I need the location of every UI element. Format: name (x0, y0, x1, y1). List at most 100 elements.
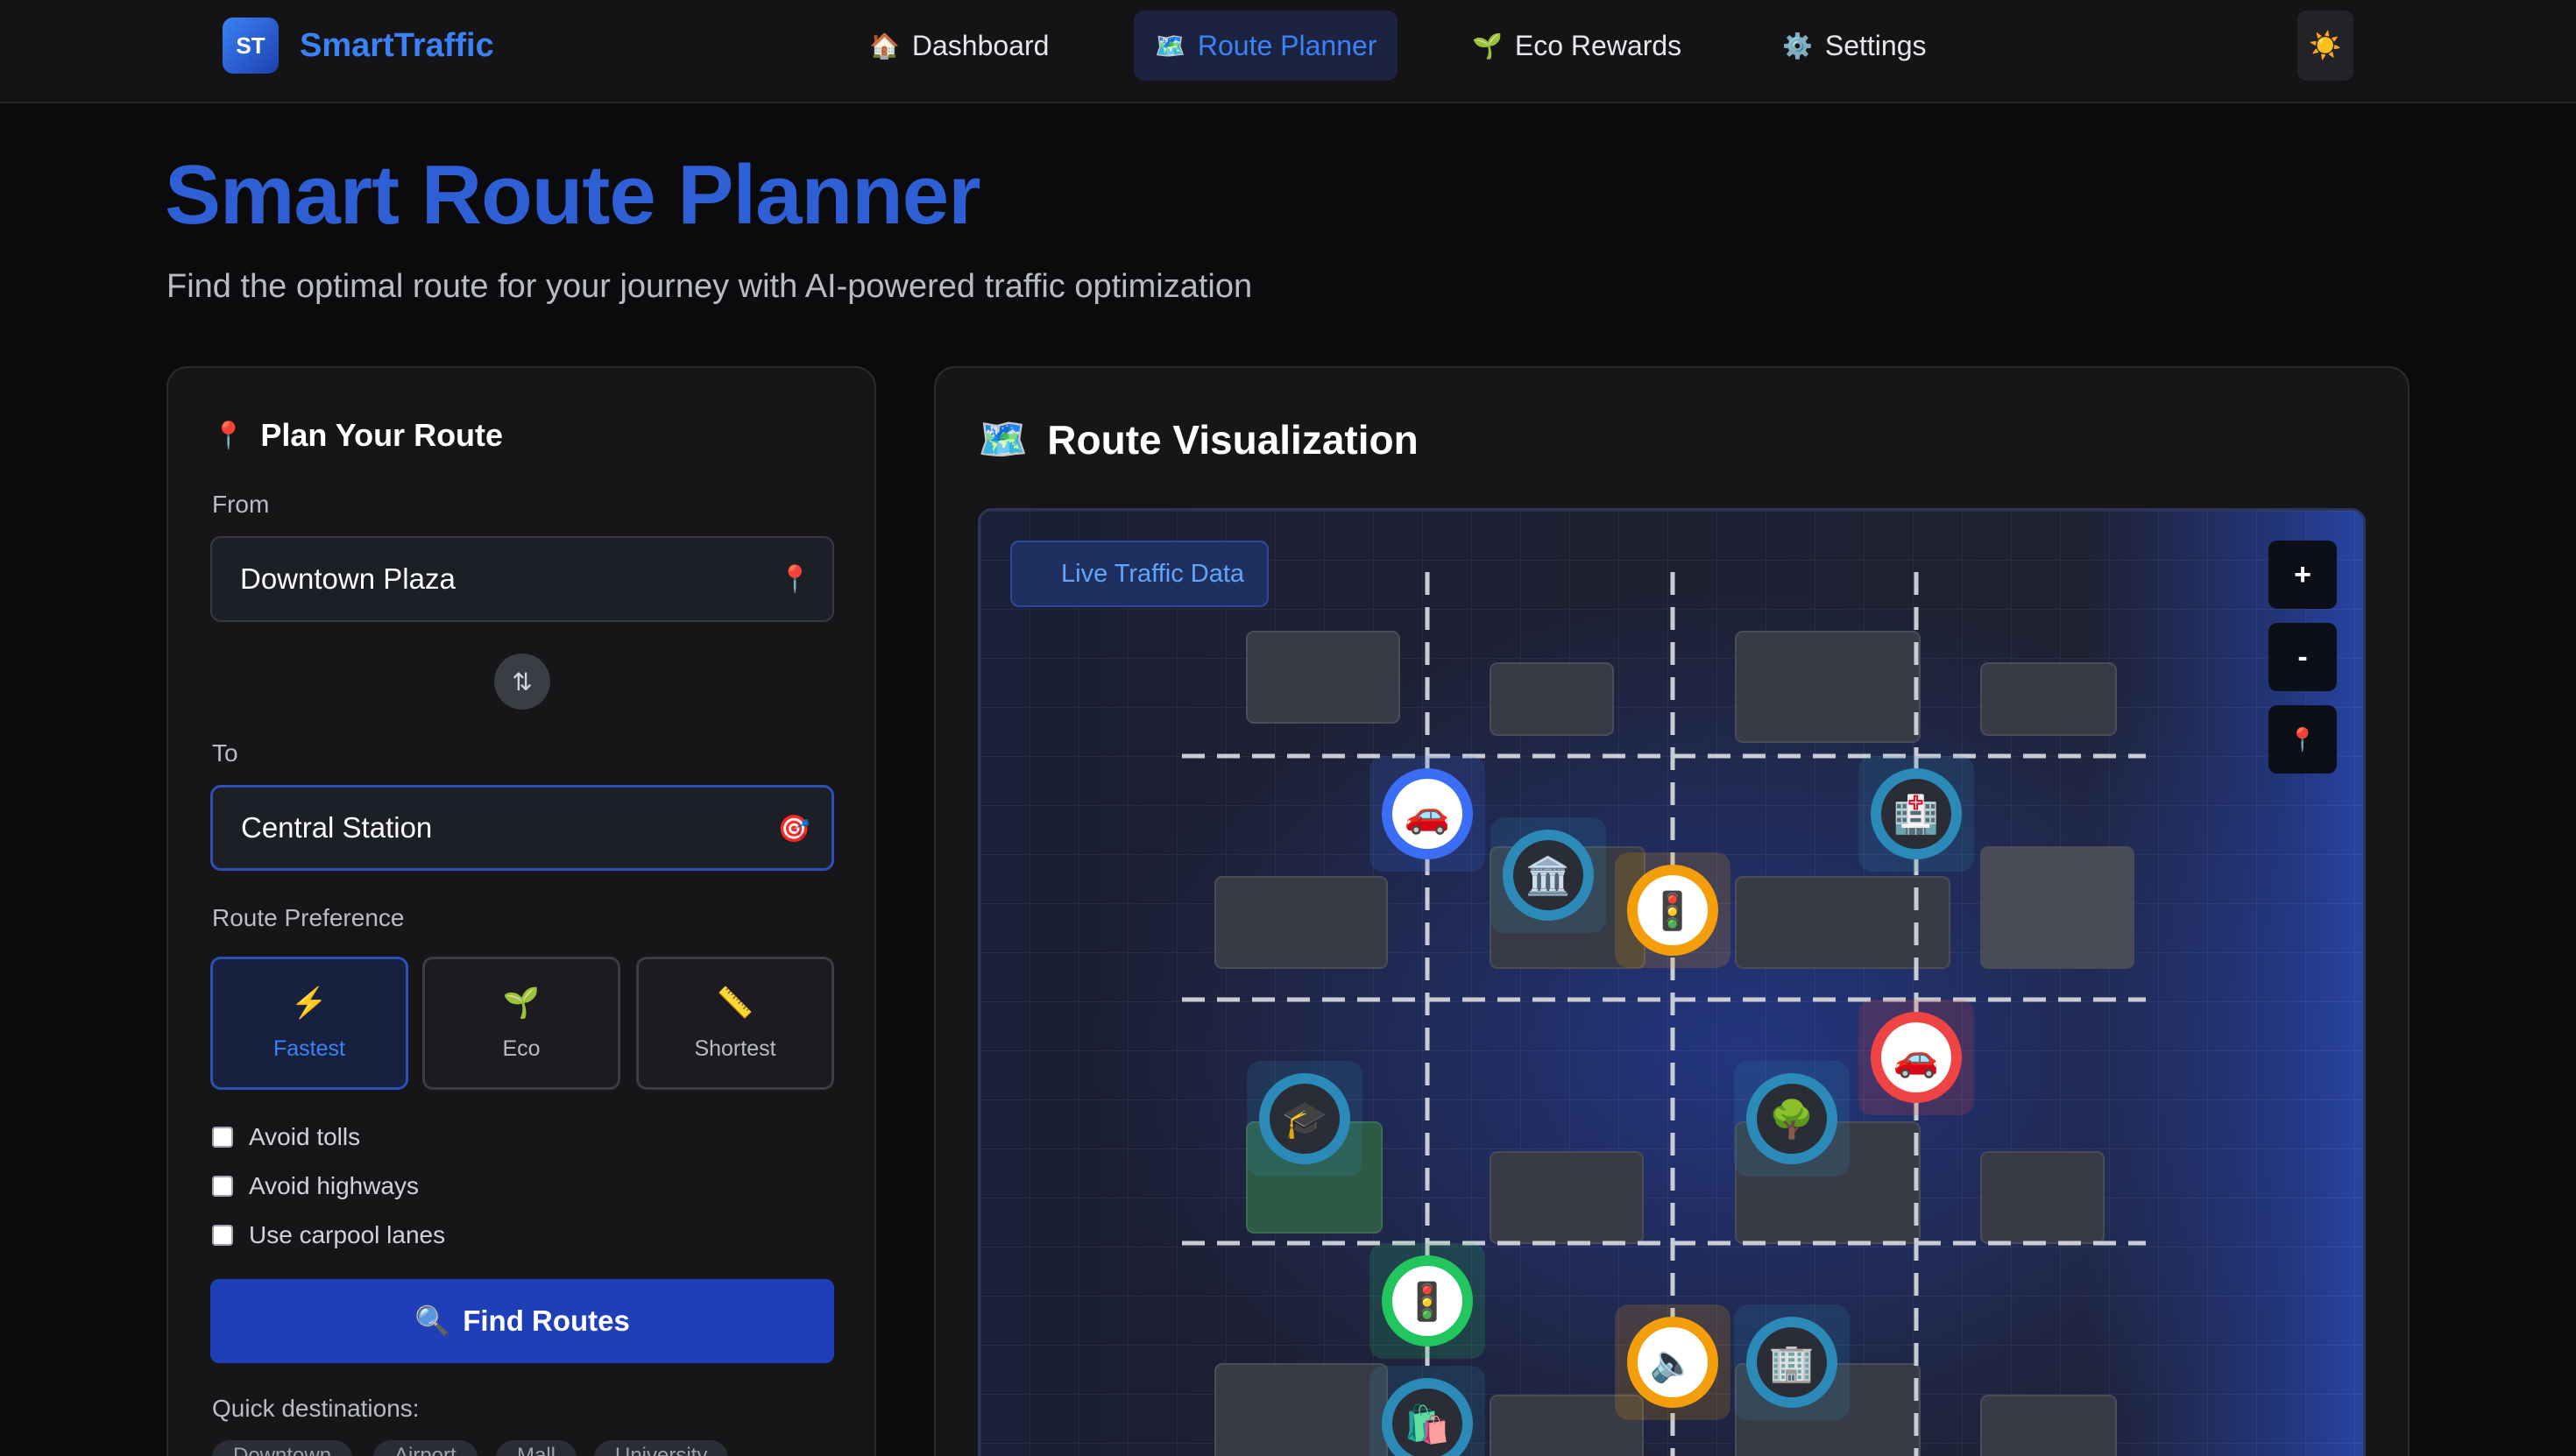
nav-eco-rewards[interactable]: 🌱 Eco Rewards (1451, 11, 1702, 81)
park-marker[interactable]: 🌳 (1734, 1061, 1850, 1177)
avoid-highways-option[interactable]: Avoid highways (212, 1172, 419, 1200)
target-icon: 🎯 (777, 815, 810, 844)
pin-icon: 📍 (778, 565, 811, 594)
zoom-in-button[interactable]: + (2268, 541, 2337, 609)
option-label: Use carpool lanes (249, 1221, 446, 1248)
avoid-highways-checkbox[interactable] (212, 1176, 233, 1197)
route-visualization-title: Route Visualization (1047, 416, 1419, 463)
ruler-icon: 📏 (716, 986, 754, 1020)
city-block (1490, 662, 1614, 736)
pref-eco-button[interactable]: 🌱 Eco (422, 957, 620, 1090)
plan-route-heading: 📍 Plan Your Route (212, 417, 503, 454)
museum-icon: 🏛️ (1525, 854, 1571, 897)
city-block (1980, 662, 2117, 736)
route-map[interactable]: 🚗 🏛️ 🚦 🏥 🚗 🎓 🌳 🚦 🔈 🏢 🛍️ Live Traffic Data + - 📍 (978, 508, 2366, 1456)
hospital-icon: 🏥 (1893, 793, 1939, 836)
plan-route-panel: 📍 Plan Your Route From Downtown Plaza 📍 … (166, 366, 876, 1456)
nav-label: Route Planner (1197, 29, 1377, 61)
quick-destination-chip[interactable]: University (594, 1440, 729, 1456)
from-input[interactable]: Downtown Plaza 📍 (210, 536, 834, 622)
locate-button[interactable]: 📍 (2268, 705, 2337, 774)
pref-label: Eco (502, 1035, 541, 1061)
office-marker[interactable]: 🏢 (1734, 1304, 1850, 1420)
city-block (1735, 631, 1921, 743)
logo-badge[interactable]: ST (223, 18, 279, 74)
nav-label: Eco Rewards (1514, 29, 1682, 61)
pref-shortest-button[interactable]: 📏 Shortest (636, 957, 834, 1090)
speaker-icon: 🔈 (1650, 1342, 1695, 1385)
brand-name[interactable]: SmartTraffic (300, 25, 494, 67)
museum-marker[interactable]: 🏛️ (1490, 817, 1606, 933)
car-start-marker[interactable]: 🚗 (1369, 756, 1485, 872)
traffic-light-marker[interactable]: 🚦 (1369, 1243, 1485, 1359)
map-canvas: 🚗 🏛️ 🚦 🏥 🚗 🎓 🌳 🚦 🔈 🏢 🛍️ (980, 511, 2363, 1456)
traffic-light-marker[interactable]: 🚦 (1615, 852, 1730, 968)
option-label: Avoid highways (249, 1172, 420, 1199)
car-destination-icon: 🚗 (1893, 1037, 1939, 1079)
find-routes-button[interactable]: 🔍 Find Routes (210, 1279, 834, 1363)
quick-destination-chip[interactable]: Downtown (212, 1440, 353, 1456)
city-block (1214, 876, 1388, 969)
sun-icon: ☀️ (2309, 31, 2342, 60)
swap-arrows-icon: ⇅ (512, 668, 533, 696)
nav-dashboard[interactable]: 🏠 Dashboard (848, 11, 1070, 81)
avoid-tolls-checkbox[interactable] (212, 1127, 233, 1148)
live-traffic-badge: Live Traffic Data (1010, 541, 1270, 607)
speaker-marker[interactable]: 🔈 (1615, 1304, 1730, 1420)
pref-label: Fastest (273, 1035, 345, 1061)
route-preference-label: Route Preference (212, 904, 405, 931)
search-icon: 🔍 (414, 1304, 451, 1337)
car-start-icon: 🚗 (1405, 794, 1450, 836)
from-value: Downtown Plaza (240, 562, 456, 595)
carpool-lanes-checkbox[interactable] (212, 1225, 233, 1246)
traffic-light-icon: 🚦 (1405, 1280, 1450, 1323)
hospital-marker[interactable]: 🏥 (1858, 756, 1974, 872)
avoid-tolls-option[interactable]: Avoid tolls (212, 1123, 360, 1151)
route-visualization-heading: 🗺️ Route Visualization (978, 415, 1419, 463)
nav-settings[interactable]: ⚙️ Settings (1761, 11, 1948, 81)
seedling-icon: 🌱 (1472, 32, 1503, 60)
page-title: Smart Route Planner (165, 148, 981, 242)
shopping-icon: 🛍️ (1405, 1403, 1450, 1445)
map-icon: 🗺️ (1155, 32, 1185, 60)
nav-label: Settings (1824, 29, 1927, 61)
plan-route-title: Plan Your Route (260, 417, 504, 453)
zoom-out-button[interactable]: - (2268, 623, 2337, 691)
city-block (1980, 1395, 2117, 1456)
traffic-light-icon: 🚦 (1650, 889, 1695, 932)
city-block (1980, 846, 2134, 969)
option-label: Avoid tolls (249, 1123, 361, 1150)
car-destination-marker[interactable]: 🚗 (1858, 1000, 1974, 1115)
route-visualization-panel: 🗺️ Route Visualization 🚗 🏛️ 🚦 🏥 🚗 🎓 🌳 🚦 … (934, 366, 2410, 1456)
office-icon: 🏢 (1769, 1342, 1815, 1384)
pin-icon: 📍 (212, 421, 245, 450)
quick-destinations-label: Quick destinations: (212, 1395, 420, 1422)
pref-fastest-button[interactable]: ⚡ Fastest (210, 957, 408, 1090)
page-subtitle: Find the optimal route for your journey … (166, 268, 1253, 305)
map-icon: 🗺️ (978, 416, 1029, 462)
university-icon: 🎓 (1282, 1099, 1327, 1141)
park-icon: 🌳 (1769, 1097, 1815, 1141)
top-navbar: ST SmartTraffic 🏠 Dashboard 🗺️ Route Pla… (0, 0, 2576, 103)
find-routes-label: Find Routes (463, 1304, 630, 1337)
nav-label: Dashboard (911, 29, 1050, 61)
university-marker[interactable]: 🎓 (1247, 1061, 1362, 1177)
city-block (1246, 631, 1400, 724)
pref-label: Shortest (694, 1035, 776, 1061)
from-label: From (212, 491, 270, 518)
carpool-lanes-option[interactable]: Use carpool lanes (212, 1221, 445, 1249)
city-block (1980, 1151, 2105, 1244)
home-icon: 🏠 (869, 32, 900, 60)
quick-destination-chip[interactable]: Airport (373, 1440, 478, 1456)
to-label: To (212, 739, 238, 767)
quick-destination-chip[interactable]: Mall (496, 1440, 577, 1456)
swap-locations-button[interactable]: ⇅ (494, 654, 550, 710)
to-input[interactable]: Central Station 🎯 (210, 785, 834, 871)
theme-toggle-button[interactable]: ☀️ (2297, 11, 2353, 81)
lightning-icon: ⚡ (290, 986, 329, 1020)
gear-icon: ⚙️ (1782, 32, 1813, 60)
shopping-marker[interactable]: 🛍️ (1369, 1366, 1485, 1456)
nav-route-planner[interactable]: 🗺️ Route Planner (1134, 11, 1398, 81)
to-value: Central Station (241, 811, 433, 844)
city-block (1490, 1151, 1644, 1244)
